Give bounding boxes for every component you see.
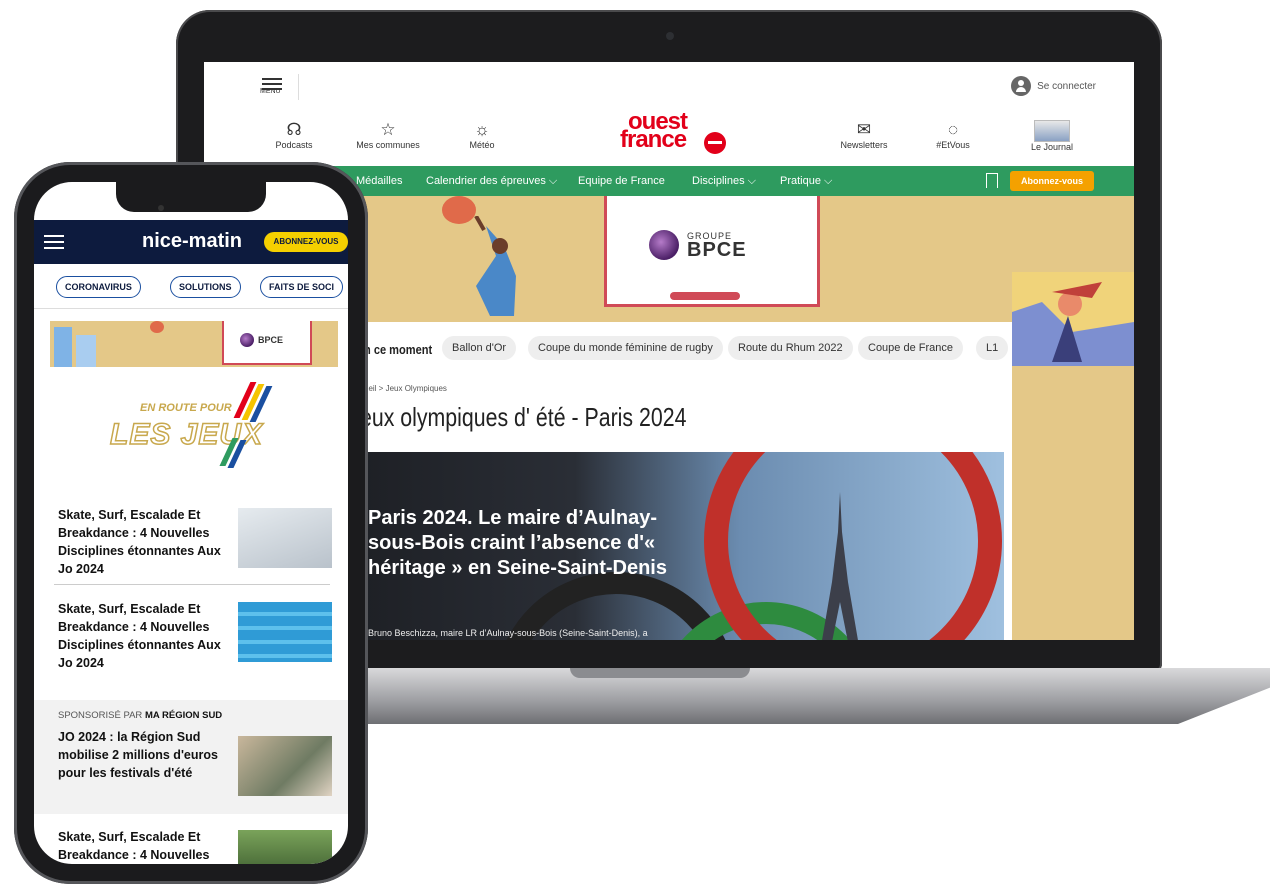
sponsored-label: SPONSORISÉ PAR MA RÉGION SUD (58, 710, 222, 721)
logo-line-2: france (620, 126, 687, 153)
sponsored-prefix: SPONSORISÉ PAR (58, 710, 143, 721)
podcasts-link[interactable]: ☊ Podcasts (274, 120, 314, 150)
player-illustration (474, 216, 516, 316)
logo-mark-icon (704, 132, 726, 154)
newsletters-label: Newsletters (840, 140, 888, 150)
sponsored-block[interactable]: SPONSORISÉ PAR MA RÉGION SUD JO 2024 : l… (34, 700, 348, 814)
etvous-link[interactable]: ◌ #EtVous (928, 120, 978, 150)
article-title[interactable]: Skate, Surf, Escalade Et Breakdance : 4 … (58, 506, 228, 578)
list-item[interactable]: Skate, Surf, Escalade Et Breakdance : 4 … (34, 600, 348, 680)
chat-icon: ◌ (947, 120, 959, 139)
basketball-illustration (150, 321, 164, 333)
festival-thumbnail[interactable] (238, 736, 332, 796)
headphones-icon: ☊ (286, 120, 302, 139)
tag-faits-de-societe[interactable]: FAITS DE SOCI (260, 276, 344, 298)
nm-header: nice-matin ABONNEZ-VOUS (34, 220, 348, 264)
trending-chip[interactable]: Coupe du monde féminine de rugby (528, 336, 723, 360)
journal-label: Le Journal (1030, 142, 1074, 152)
laptop-camera (666, 32, 674, 40)
subscribe-button[interactable]: Abonnez-vous (1010, 171, 1094, 191)
login-link[interactable]: Se connecter (1011, 76, 1096, 96)
nav-item-calendrier[interactable]: Calendrier des épreuves ⌵ (426, 175, 557, 188)
equestrian-thumbnail[interactable] (238, 830, 332, 864)
sponsor-banner[interactable]: BPCE (50, 321, 338, 367)
meteo-label: Météo (469, 140, 495, 150)
article-title[interactable]: Skate, Surf, Escalade Et Breakdance : 4 … (58, 828, 228, 864)
bpce-logo-icon (240, 333, 254, 347)
ouest-france-logo[interactable]: ouest france (620, 110, 730, 156)
skate-thumbnail[interactable] (238, 508, 332, 568)
newspaper-icon (1034, 120, 1070, 142)
communes-label: Mes communes (356, 140, 420, 150)
communes-link[interactable]: ☆ Mes communes (350, 120, 426, 150)
menu-button[interactable]: MENU (248, 74, 299, 100)
side-ad[interactable] (1012, 272, 1134, 640)
bpce-logo-icon (649, 230, 679, 260)
hero-title[interactable]: Paris 2024. Le maire d’Aulnay-sous-Bois … (368, 506, 698, 581)
etvous-label: #EtVous (936, 140, 970, 150)
tag-bar: CORONAVIRUS SOLUTIONS FAITS DE SOCI (34, 272, 348, 309)
menu-label: MENU (260, 88, 281, 95)
swimming-thumbnail[interactable] (238, 602, 332, 662)
promo-line-1: EN ROUTE POUR (140, 402, 232, 414)
journal-link[interactable]: Le Journal (1024, 120, 1080, 152)
newsletters-link[interactable]: ✉ Newsletters (834, 120, 894, 150)
top-bar: MENU Se connecter (204, 62, 1134, 112)
buildings-illustration (54, 327, 96, 367)
sponsor-name: MA RÉGION SUD (144, 710, 223, 721)
subscribe-button[interactable]: ABONNEZ-VOUS (264, 232, 348, 252)
nav-item-pratique[interactable]: Pratique ⌵ (780, 175, 832, 188)
trending-label: n ce moment (364, 342, 433, 357)
weather-icon: ☼ (474, 120, 490, 139)
trending-chip[interactable]: Route du Rhum 2022 (728, 336, 853, 360)
bpce-panel: BPCE (222, 321, 312, 365)
bpce-brand-label: BPCE (258, 335, 284, 345)
trending-chip[interactable]: Coupe de France (858, 336, 963, 360)
envelope-icon: ✉ (856, 120, 872, 139)
star-icon: ☆ (380, 120, 396, 139)
les-jeux-promo[interactable]: EN ROUTE POUR LES JEUX (84, 382, 304, 482)
hoop-illustration (670, 292, 740, 300)
phone-notch (116, 182, 266, 212)
trending-chip[interactable]: Ballon d'Or (442, 336, 517, 360)
meteo-link[interactable]: ☼ Météo (462, 120, 502, 150)
bpce-panel: GROUPE BPCE (604, 196, 820, 307)
hamburger-icon[interactable] (44, 235, 64, 253)
laptop-notch (570, 668, 750, 678)
nav-item-equipe[interactable]: Equipe de France (578, 175, 665, 187)
page-title: eux olympiques d' été - Paris 2024 (360, 402, 687, 432)
phone: nice-matin ABONNEZ-VOUS CORONAVIRUS SOLU… (14, 162, 368, 884)
eiffel-tower-illustration (822, 492, 858, 640)
list-item[interactable]: Skate, Surf, Escalade Et Breakdance : 4 … (34, 506, 348, 586)
nice-matin-logo[interactable]: nice-matin (142, 230, 242, 253)
nav-item-disciplines[interactable]: Disciplines ⌵ (692, 175, 756, 188)
tag-solutions[interactable]: SOLUTIONS (170, 276, 241, 298)
divider (54, 584, 330, 585)
podcasts-label: Podcasts (275, 140, 313, 150)
tag-coronavirus[interactable]: CORONAVIRUS (56, 276, 141, 298)
bpce-logo: GROUPE BPCE (649, 230, 747, 260)
hero-description: Bruno Beschizza, maire LR d’Aulnay-sous-… (368, 628, 648, 638)
article-title[interactable]: JO 2024 : la Région Sud mobilise 2 milli… (58, 728, 228, 782)
phone-screen: nice-matin ABONNEZ-VOUS CORONAVIRUS SOLU… (34, 182, 348, 864)
user-icon (1011, 76, 1032, 96)
phone-camera (158, 205, 164, 211)
runner-illustration (1012, 272, 1134, 366)
bpce-brand-label: BPCE (687, 239, 747, 261)
login-label: Se connecter (1037, 80, 1096, 92)
breadcrumb[interactable]: cueil > Jeux Olympiques (360, 384, 447, 393)
article-title[interactable]: Skate, Surf, Escalade Et Breakdance : 4 … (58, 600, 228, 672)
trending-bar: n ce moment Ballon d'Or Coupe du monde f… (364, 336, 1014, 364)
hero-article[interactable]: Paris 2024. Le maire d’Aulnay-sous-Bois … (344, 452, 1004, 640)
bookmark-icon[interactable] (986, 173, 998, 188)
trending-chip[interactable]: L1 (976, 336, 1009, 360)
nav-item-medailles[interactable]: Médailles (356, 175, 402, 187)
list-item[interactable]: Skate, Surf, Escalade Et Breakdance : 4 … (34, 828, 348, 864)
